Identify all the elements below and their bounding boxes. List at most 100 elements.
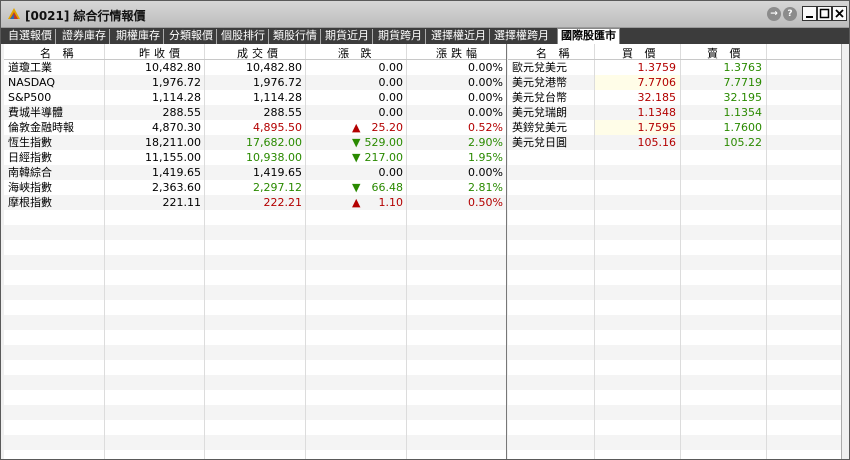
index-name: 恆生指數 — [8, 136, 52, 149]
minimize-icon — [806, 16, 813, 18]
prev-close-value: 221.11 — [162, 196, 202, 209]
forward-icon[interactable]: → — [767, 7, 781, 21]
index-name: 摩根指數 — [8, 196, 52, 209]
table-row[interactable]: 美元兌台幣 32.185 32.195 — [508, 90, 841, 105]
last-price-value: 10,938.00 — [246, 151, 302, 164]
table-row[interactable]: 道瓊工業 10,482.80 10,482.80 0.00 0.00% — [4, 60, 506, 75]
table-row[interactable]: 費城半導體 288.55 288.55 0.00 0.00% — [4, 105, 506, 120]
last-price-value: 2,297.12 — [253, 181, 302, 194]
col-fx-name[interactable]: 名 稱 — [536, 45, 574, 61]
close-button[interactable] — [832, 6, 847, 21]
col-last-price[interactable]: 成交價 — [237, 45, 282, 61]
prev-close-value: 18,211.00 — [145, 136, 201, 149]
last-price-value: 288.55 — [263, 106, 303, 119]
last-price-value: 17,682.00 — [246, 136, 302, 149]
table-row[interactable]: 海峽指數 2,363.60 2,297.12 ▼ 66.48 2.81% — [4, 180, 506, 195]
change-pct-value: 0.00% — [468, 76, 503, 89]
table-row[interactable]: S&P500 1,114.28 1,114.28 0.00 0.00% — [4, 90, 506, 105]
help-icon[interactable]: ? — [783, 7, 797, 21]
table-row[interactable]: 英鎊兌美元 1.7595 1.7600 — [508, 120, 841, 135]
tab-stock-ranking[interactable]: 個股排行 — [218, 29, 269, 44]
table-row[interactable]: 美元兌瑞朗 1.1348 1.1354 — [508, 105, 841, 120]
last-price-value: 10,482.80 — [246, 61, 302, 74]
bid-value: 1.3759 — [637, 61, 677, 74]
ask-value: 32.195 — [723, 91, 763, 104]
table-row[interactable]: 恆生指數 18,211.00 17,682.00 ▼ 529.00 2.90% — [4, 135, 506, 150]
window-title: [0021] 綜合行情報價 — [25, 9, 146, 23]
index-name: 費城半導體 — [8, 106, 63, 119]
col-change-pct[interactable]: 漲跌幅 — [436, 45, 481, 61]
tab-watchlist[interactable]: 自選報價 — [5, 29, 56, 44]
change-value: 0.00 — [378, 91, 404, 104]
change-value: 0.00 — [378, 166, 404, 179]
bid-value: 105.16 — [637, 136, 677, 149]
ask-value: 1.1354 — [723, 106, 763, 119]
title-bar[interactable]: [0021] 綜合行情報價 → ? — [1, 1, 849, 28]
quote-window: [0021] 綜合行情報價 → ? 自選報價 證券庫存 期權庫存 分類報價 個股… — [0, 0, 850, 460]
change-pct-value: 0.52% — [468, 121, 503, 134]
fx-header: 名 稱 買 價 賣 價 — [508, 44, 841, 60]
bid-value: 1.1348 — [637, 106, 677, 119]
bid-value: 32.185 — [637, 91, 677, 104]
change-value: 217.00 — [364, 151, 404, 164]
bid-value: 1.7595 — [637, 121, 677, 134]
table-row[interactable]: 摩根指數 221.11 222.21 ▲ 1.10 0.50% — [4, 195, 506, 210]
prev-close-value: 11,155.00 — [145, 151, 201, 164]
tab-options-near[interactable]: 選擇權近月 — [428, 29, 490, 44]
close-icon — [835, 9, 844, 18]
tab-futures-near[interactable]: 期貨近月 — [322, 29, 373, 44]
table-row[interactable]: NASDAQ 1,976.72 1,976.72 0.00 0.00% — [4, 75, 506, 90]
currency-pair-name: 歐元兌美元 — [512, 61, 567, 74]
index-name: 海峽指數 — [8, 181, 52, 194]
col-name[interactable]: 名 稱 — [40, 45, 78, 61]
change-pct-value: 0.00% — [468, 166, 503, 179]
change-pct-value: 0.00% — [468, 91, 503, 104]
col-ask[interactable]: 賣 價 — [707, 45, 745, 61]
change-value: 0.00 — [378, 76, 404, 89]
change-value: 66.48 — [371, 181, 404, 194]
tab-derivatives-inventory[interactable]: 期權庫存 — [113, 29, 164, 44]
table-row[interactable]: 歐元兌美元 1.3759 1.3763 — [508, 60, 841, 75]
prev-close-value: 1,419.65 — [152, 166, 201, 179]
tab-international-markets[interactable]: 國際股匯市 — [557, 28, 620, 44]
index-name: 日經指數 — [8, 151, 52, 164]
table-row[interactable]: 美元兌港幣 7.7706 7.7719 — [508, 75, 841, 90]
index-name: S&P500 — [8, 91, 52, 104]
currency-pair-name: 美元兌港幣 — [512, 76, 567, 89]
last-price-value: 4,895.50 — [253, 121, 302, 134]
maximize-icon — [819, 8, 830, 19]
change-value: 0.00 — [378, 106, 404, 119]
last-price-value: 1,419.65 — [253, 166, 302, 179]
col-bid[interactable]: 買 價 — [622, 45, 660, 61]
prev-close-value: 4,870.30 — [152, 121, 201, 134]
index-name: 倫敦金融時報 — [8, 121, 74, 134]
col-prev-close[interactable]: 昨收價 — [139, 45, 184, 61]
prev-close-value: 2,363.60 — [152, 181, 201, 194]
currency-pair-name: 美元兌台幣 — [512, 91, 567, 104]
prev-close-value: 288.55 — [162, 106, 202, 119]
index-name: 南韓綜合 — [8, 166, 52, 179]
tab-bar: 自選報價 證券庫存 期權庫存 分類報價 個股排行 類股行情 期貨近月 期貨跨月 … — [1, 28, 849, 44]
change-pct-value: 2.81% — [468, 181, 503, 194]
currency-pair-name: 美元兌日圓 — [512, 136, 567, 149]
last-price-value: 1,114.28 — [253, 91, 302, 104]
last-price-value: 222.21 — [263, 196, 303, 209]
tab-options-spread[interactable]: 選擇權跨月 — [491, 29, 552, 44]
table-row[interactable]: 日經指數 11,155.00 10,938.00 ▼ 217.00 1.95% — [4, 150, 506, 165]
change-value: 529.00 — [364, 136, 404, 149]
minimize-button[interactable] — [802, 6, 817, 21]
prev-close-value: 10,482.80 — [145, 61, 201, 74]
maximize-button[interactable] — [817, 6, 832, 21]
table-row[interactable]: 南韓綜合 1,419.65 1,419.65 0.00 0.00% — [4, 165, 506, 180]
table-row[interactable]: 美元兌日圓 105.16 105.22 — [508, 135, 841, 150]
table-row[interactable]: 倫敦金融時報 4,870.30 4,895.50 ▲ 25.20 0.52% — [4, 120, 506, 135]
currency-pair-name: 美元兌瑞朗 — [512, 106, 567, 119]
tab-category-quotes[interactable]: 分類報價 — [166, 29, 217, 44]
change-value: 0.00 — [378, 61, 404, 74]
tab-futures-spread[interactable]: 期貨跨月 — [375, 29, 426, 44]
col-change[interactable]: 漲 跌 — [338, 45, 376, 61]
change-pct-value: 0.00% — [468, 61, 503, 74]
tab-sector-quotes[interactable]: 類股行情 — [270, 29, 321, 44]
change-pct-value: 0.00% — [468, 106, 503, 119]
tab-stock-inventory[interactable]: 證券庫存 — [59, 29, 110, 44]
